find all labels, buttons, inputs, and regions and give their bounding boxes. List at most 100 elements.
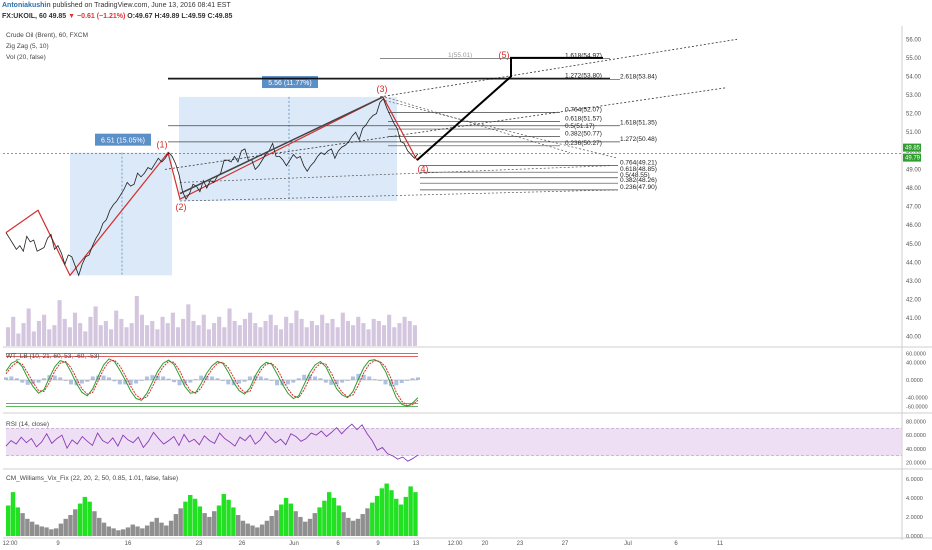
volume-bar	[258, 327, 263, 346]
wave-label-5: (5)	[499, 50, 510, 60]
last-price-tag: 49.85	[905, 146, 921, 152]
vix-bar	[408, 486, 413, 536]
time-tick: 26	[239, 541, 246, 547]
time-tick: 6	[674, 541, 678, 547]
volume-bar	[165, 323, 170, 346]
volume-bar	[98, 325, 103, 346]
time-tick: 13	[413, 541, 420, 547]
fib-label-3: 2.618(53.84)	[620, 73, 657, 80]
vix-bar	[116, 530, 121, 536]
wt-diff-bar	[107, 377, 111, 380]
vix-bar	[44, 527, 49, 536]
volume-bar	[170, 312, 175, 346]
volume-bar	[335, 327, 340, 346]
fib-label-6: 0.5(51.17)	[565, 123, 595, 130]
vix-bar	[245, 523, 250, 536]
volume-bar	[325, 323, 330, 346]
zigzag-legend[interactable]: Zig Zag (5, 10)	[6, 43, 49, 50]
volume-bar	[83, 331, 88, 346]
volume-bar	[284, 316, 289, 346]
vix-bar	[312, 513, 318, 536]
vix-bar	[298, 516, 303, 536]
main-legend[interactable]: Crude Oil (Brent), 60, FXCM	[6, 32, 88, 39]
vix-bar	[68, 515, 73, 536]
wt-tick: 0.0000	[906, 378, 923, 384]
rsi-legend[interactable]: RSI (14, close)	[6, 421, 49, 428]
price-tick: 41.00	[906, 316, 922, 322]
vix-bar	[53, 528, 59, 536]
volume-bar	[78, 323, 83, 346]
volume-bar	[217, 316, 222, 346]
vix-bar	[288, 503, 294, 536]
vix-bar	[365, 508, 370, 536]
wt-diff-bar	[237, 380, 242, 384]
time-tick: 16	[125, 541, 132, 547]
vix-bar	[63, 518, 68, 536]
volume-bar	[278, 329, 284, 346]
wt-diff-bar	[172, 380, 177, 383]
channel-upper	[379, 38, 738, 98]
vix-bar	[307, 518, 313, 536]
time-tick: 11	[717, 541, 724, 547]
volume-bar	[72, 312, 78, 346]
vix-tick: 4.0000	[906, 496, 923, 502]
vix-bar	[317, 507, 322, 536]
wt-diff-bar	[291, 380, 296, 383]
volume-bar	[289, 323, 294, 346]
price-tick: 55.00	[906, 56, 922, 62]
wt-diff-bar	[399, 380, 404, 384]
vix-bar	[226, 499, 231, 536]
vix-bar	[303, 521, 308, 536]
volume-bar	[57, 300, 62, 346]
vix-bar	[240, 520, 246, 536]
vix-bar	[164, 525, 169, 536]
wt-tick: -60.0000	[906, 404, 928, 410]
vix-bar	[10, 492, 16, 536]
vix-bar	[6, 505, 11, 536]
vix-bar	[331, 497, 337, 536]
vix-bar	[403, 496, 409, 536]
vix-bar	[120, 529, 126, 536]
volume-bar	[88, 316, 93, 346]
vix-bar	[15, 507, 20, 536]
vix-bar	[283, 497, 289, 536]
rsi-tick: 40.0000	[906, 447, 926, 453]
wt-diff-bar	[247, 376, 252, 380]
vix-legend[interactable]: CM_Williams_Vix_Fix (22, 20, 2, 50, 0.85…	[6, 475, 178, 482]
volume-bar	[129, 323, 134, 346]
volume-bar	[371, 318, 376, 346]
time-tick: 27	[562, 541, 569, 547]
vix-bar	[92, 511, 97, 536]
volume-bar	[232, 321, 237, 346]
vix-bar	[216, 505, 222, 536]
price-tick: 45.00	[906, 242, 922, 248]
rsi-tick: 80.0000	[906, 419, 926, 425]
vix-bar	[379, 488, 385, 536]
volume-bar	[412, 325, 417, 346]
volume-bar	[366, 329, 371, 346]
volume-bar	[402, 316, 407, 346]
vix-bar	[255, 527, 260, 536]
fib-label-15: 0.236(47.90)	[620, 184, 657, 191]
volume-bar	[304, 327, 309, 346]
vix-bar	[144, 525, 150, 536]
chart-canvas[interactable]: 6.51 (15.05%)5.56 (11.77%)1.618(54.97)1.…	[0, 0, 932, 550]
vix-bar	[159, 522, 164, 536]
volume-bar	[381, 325, 387, 346]
volume-legend[interactable]: Vol (20, false)	[6, 54, 46, 61]
volume-bar	[376, 321, 381, 346]
wt-diff-bar	[416, 377, 420, 380]
vix-bar	[39, 526, 44, 536]
fib-label-8: 0.382(50.77)	[565, 131, 602, 138]
vix-bar	[207, 516, 212, 536]
vix-bar	[264, 520, 270, 536]
volume-bar	[181, 318, 186, 346]
vix-bar	[355, 518, 361, 536]
volume-bar	[407, 321, 412, 346]
volume-bar	[253, 323, 258, 346]
vix-bar	[173, 514, 179, 536]
wt1-line	[5, 358, 419, 408]
volume-bar	[206, 329, 211, 346]
vix-bar	[398, 504, 404, 536]
wt-legend[interactable]: WT_LB (10, 21, 60, 53, -60, -53)	[6, 353, 100, 360]
